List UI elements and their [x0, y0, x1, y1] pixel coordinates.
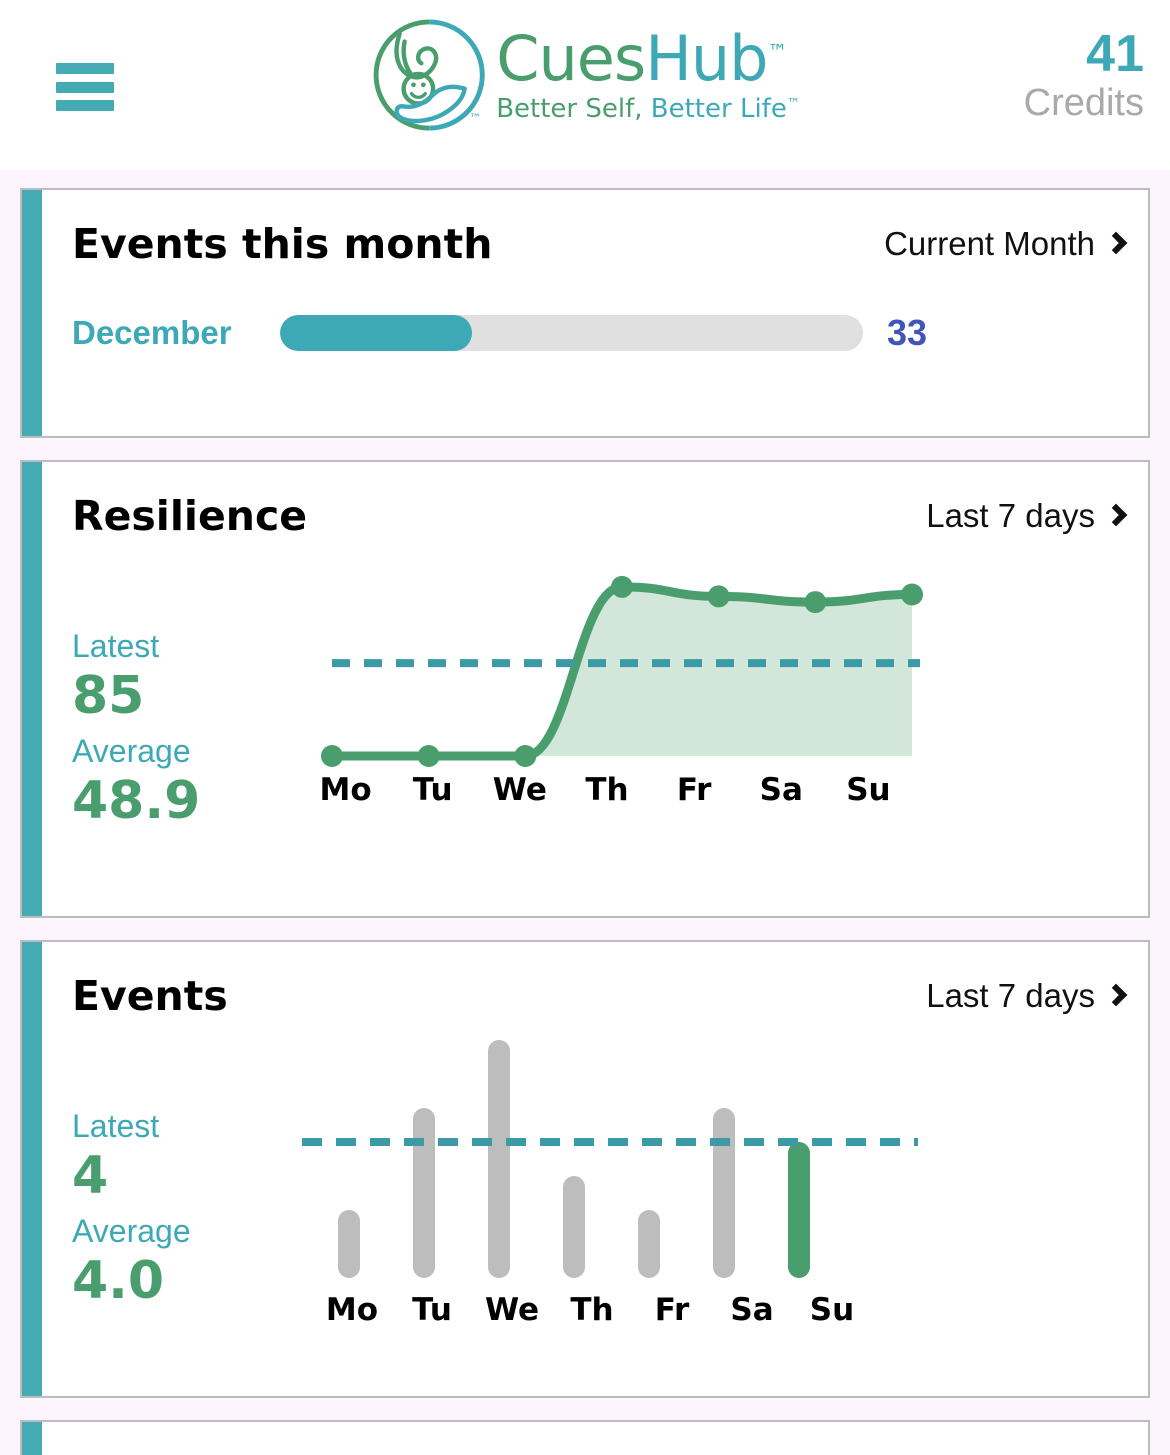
events-body: Latest 4 Average 4.0 Mo Tu We Th Fr Sa Su: [22, 1020, 1148, 1328]
data-point-Sa: [804, 591, 827, 614]
credits-display[interactable]: 41 Credits: [1024, 28, 1144, 126]
resilience-average-label: Average: [72, 733, 191, 770]
chevron-right-icon: [1104, 983, 1128, 1007]
current-month-label: Current Month: [884, 225, 1095, 262]
day-label: Su: [809, 1292, 855, 1328]
resilience-day-axis: Mo Tu We Th Fr Sa Su: [302, 772, 912, 808]
day-label: Mo: [325, 1292, 379, 1328]
events-range-label: Last 7 days: [926, 977, 1095, 1014]
day-label: Tu: [412, 772, 453, 808]
month-progress-track[interactable]: [280, 315, 863, 351]
events-range-selector[interactable]: Last 7 days: [926, 977, 1128, 1015]
tagline-part-2: Better Life: [642, 94, 787, 125]
chevron-right-icon: [1104, 503, 1128, 527]
events-bar-chart: [302, 1040, 918, 1278]
events-average-value: 4.0: [72, 1250, 165, 1311]
brand-name-cues: Cues: [496, 21, 646, 95]
data-point-Th: [611, 575, 633, 598]
data-point-Fr: [707, 585, 730, 608]
bar-Sa: [713, 1108, 735, 1278]
day-label: Th: [570, 1292, 614, 1328]
data-point-Su: [901, 583, 923, 606]
brand-trademark: ™: [767, 38, 788, 63]
page-title: Events this month: [72, 220, 493, 268]
resilience-chart[interactable]: Mo Tu We Th Fr Sa Su: [302, 540, 1148, 838]
bar-Th: [563, 1176, 585, 1278]
app-header: ™ CuesHub™ Better Self, Better Life™ 41 …: [0, 0, 1170, 170]
credits-label: Credits: [1023, 82, 1144, 124]
bar-Mo: [338, 1210, 360, 1278]
day-label: Sa: [730, 1292, 774, 1328]
bar-Tu: [413, 1108, 435, 1278]
resilience-line-chart: [321, 575, 923, 767]
resilience-latest-value: 85: [72, 665, 145, 726]
month-progress-fill: [280, 315, 473, 351]
data-point-Mo: [321, 745, 343, 767]
resilience-card: Resilience Last 7 days Latest 85 Average…: [20, 460, 1150, 918]
resilience-range-label: Last 7 days: [926, 497, 1095, 534]
brand-name: CuesHub™: [496, 27, 800, 89]
events-average-label: Average: [72, 1213, 191, 1250]
events-day-axis: Mo Tu We Th Fr Sa Su: [312, 1292, 872, 1328]
day-label: We: [484, 1292, 540, 1328]
brand-name-hub: Hub: [645, 21, 768, 95]
hamburger-line: [56, 81, 114, 93]
dashboard-content: Events this month Current Month December…: [0, 170, 1170, 1455]
brand-logo[interactable]: ™ CuesHub™ Better Self, Better Life™: [370, 16, 800, 134]
card-header: Events this month Current Month: [22, 190, 1148, 268]
month-name-label: December: [72, 314, 232, 351]
day-label: Tu: [412, 1292, 452, 1328]
chevron-right-icon: [1104, 231, 1128, 255]
events-title: Events: [72, 972, 228, 1020]
events-latest-value: 4: [72, 1145, 109, 1206]
data-point-Tu: [417, 745, 440, 767]
bar-We: [488, 1040, 510, 1278]
resilience-range-selector[interactable]: Last 7 days: [926, 497, 1128, 535]
tagline-trademark: ™: [786, 96, 800, 112]
events-chart[interactable]: Mo Tu We Th Fr Sa Su: [302, 1020, 1148, 1328]
current-month-selector[interactable]: Current Month: [884, 225, 1128, 263]
data-point-We: [514, 745, 537, 767]
hamburger-line: [56, 63, 114, 74]
card-header: Resilience Last 7 days: [22, 462, 1148, 540]
card-header: Events Last 7 days: [22, 942, 1148, 1020]
day-label: We: [492, 772, 547, 808]
day-label: Su: [846, 772, 891, 808]
day-label: Mo: [319, 772, 372, 808]
area-fill: [525, 586, 912, 756]
day-label: Fr: [676, 772, 712, 808]
month-event-count: 33: [887, 312, 928, 353]
cueshub-logo-icon: ™: [373, 19, 485, 131]
resilience-average-value: 48.9: [72, 770, 201, 831]
next-card-partial: [20, 1420, 1150, 1455]
events-latest-label: Latest: [72, 1108, 160, 1144]
brand-tagline: Better Self, Better Life™: [496, 94, 800, 124]
hamburger-menu-icon[interactable]: [56, 63, 114, 111]
bar-Fr: [638, 1210, 660, 1278]
hamburger-line: [56, 100, 114, 111]
tagline-part-1: Better Self,: [496, 94, 643, 125]
resilience-latest-label: Latest: [72, 628, 160, 664]
resilience-body: Latest 85 Average 48.9 Mo Tu We Th Fr Sa Su: [22, 540, 1148, 838]
events-card: Events Last 7 days Latest 4 Average 4.0 …: [20, 940, 1150, 1398]
events-this-month-card: Events this month Current Month December…: [20, 188, 1150, 438]
credits-value: 41: [1086, 25, 1144, 83]
day-label: Th: [585, 772, 629, 808]
month-progress-row: December 33: [22, 312, 1148, 354]
events-stats: Latest 4 Average 4.0: [72, 1020, 302, 1320]
day-label: Sa: [759, 772, 803, 808]
resilience-title: Resilience: [72, 492, 308, 540]
resilience-stats: Latest 85 Average 48.9: [72, 540, 302, 838]
svg-text:™: ™: [470, 111, 482, 125]
day-label: Fr: [654, 1292, 690, 1328]
bar-Su: [788, 1142, 810, 1278]
